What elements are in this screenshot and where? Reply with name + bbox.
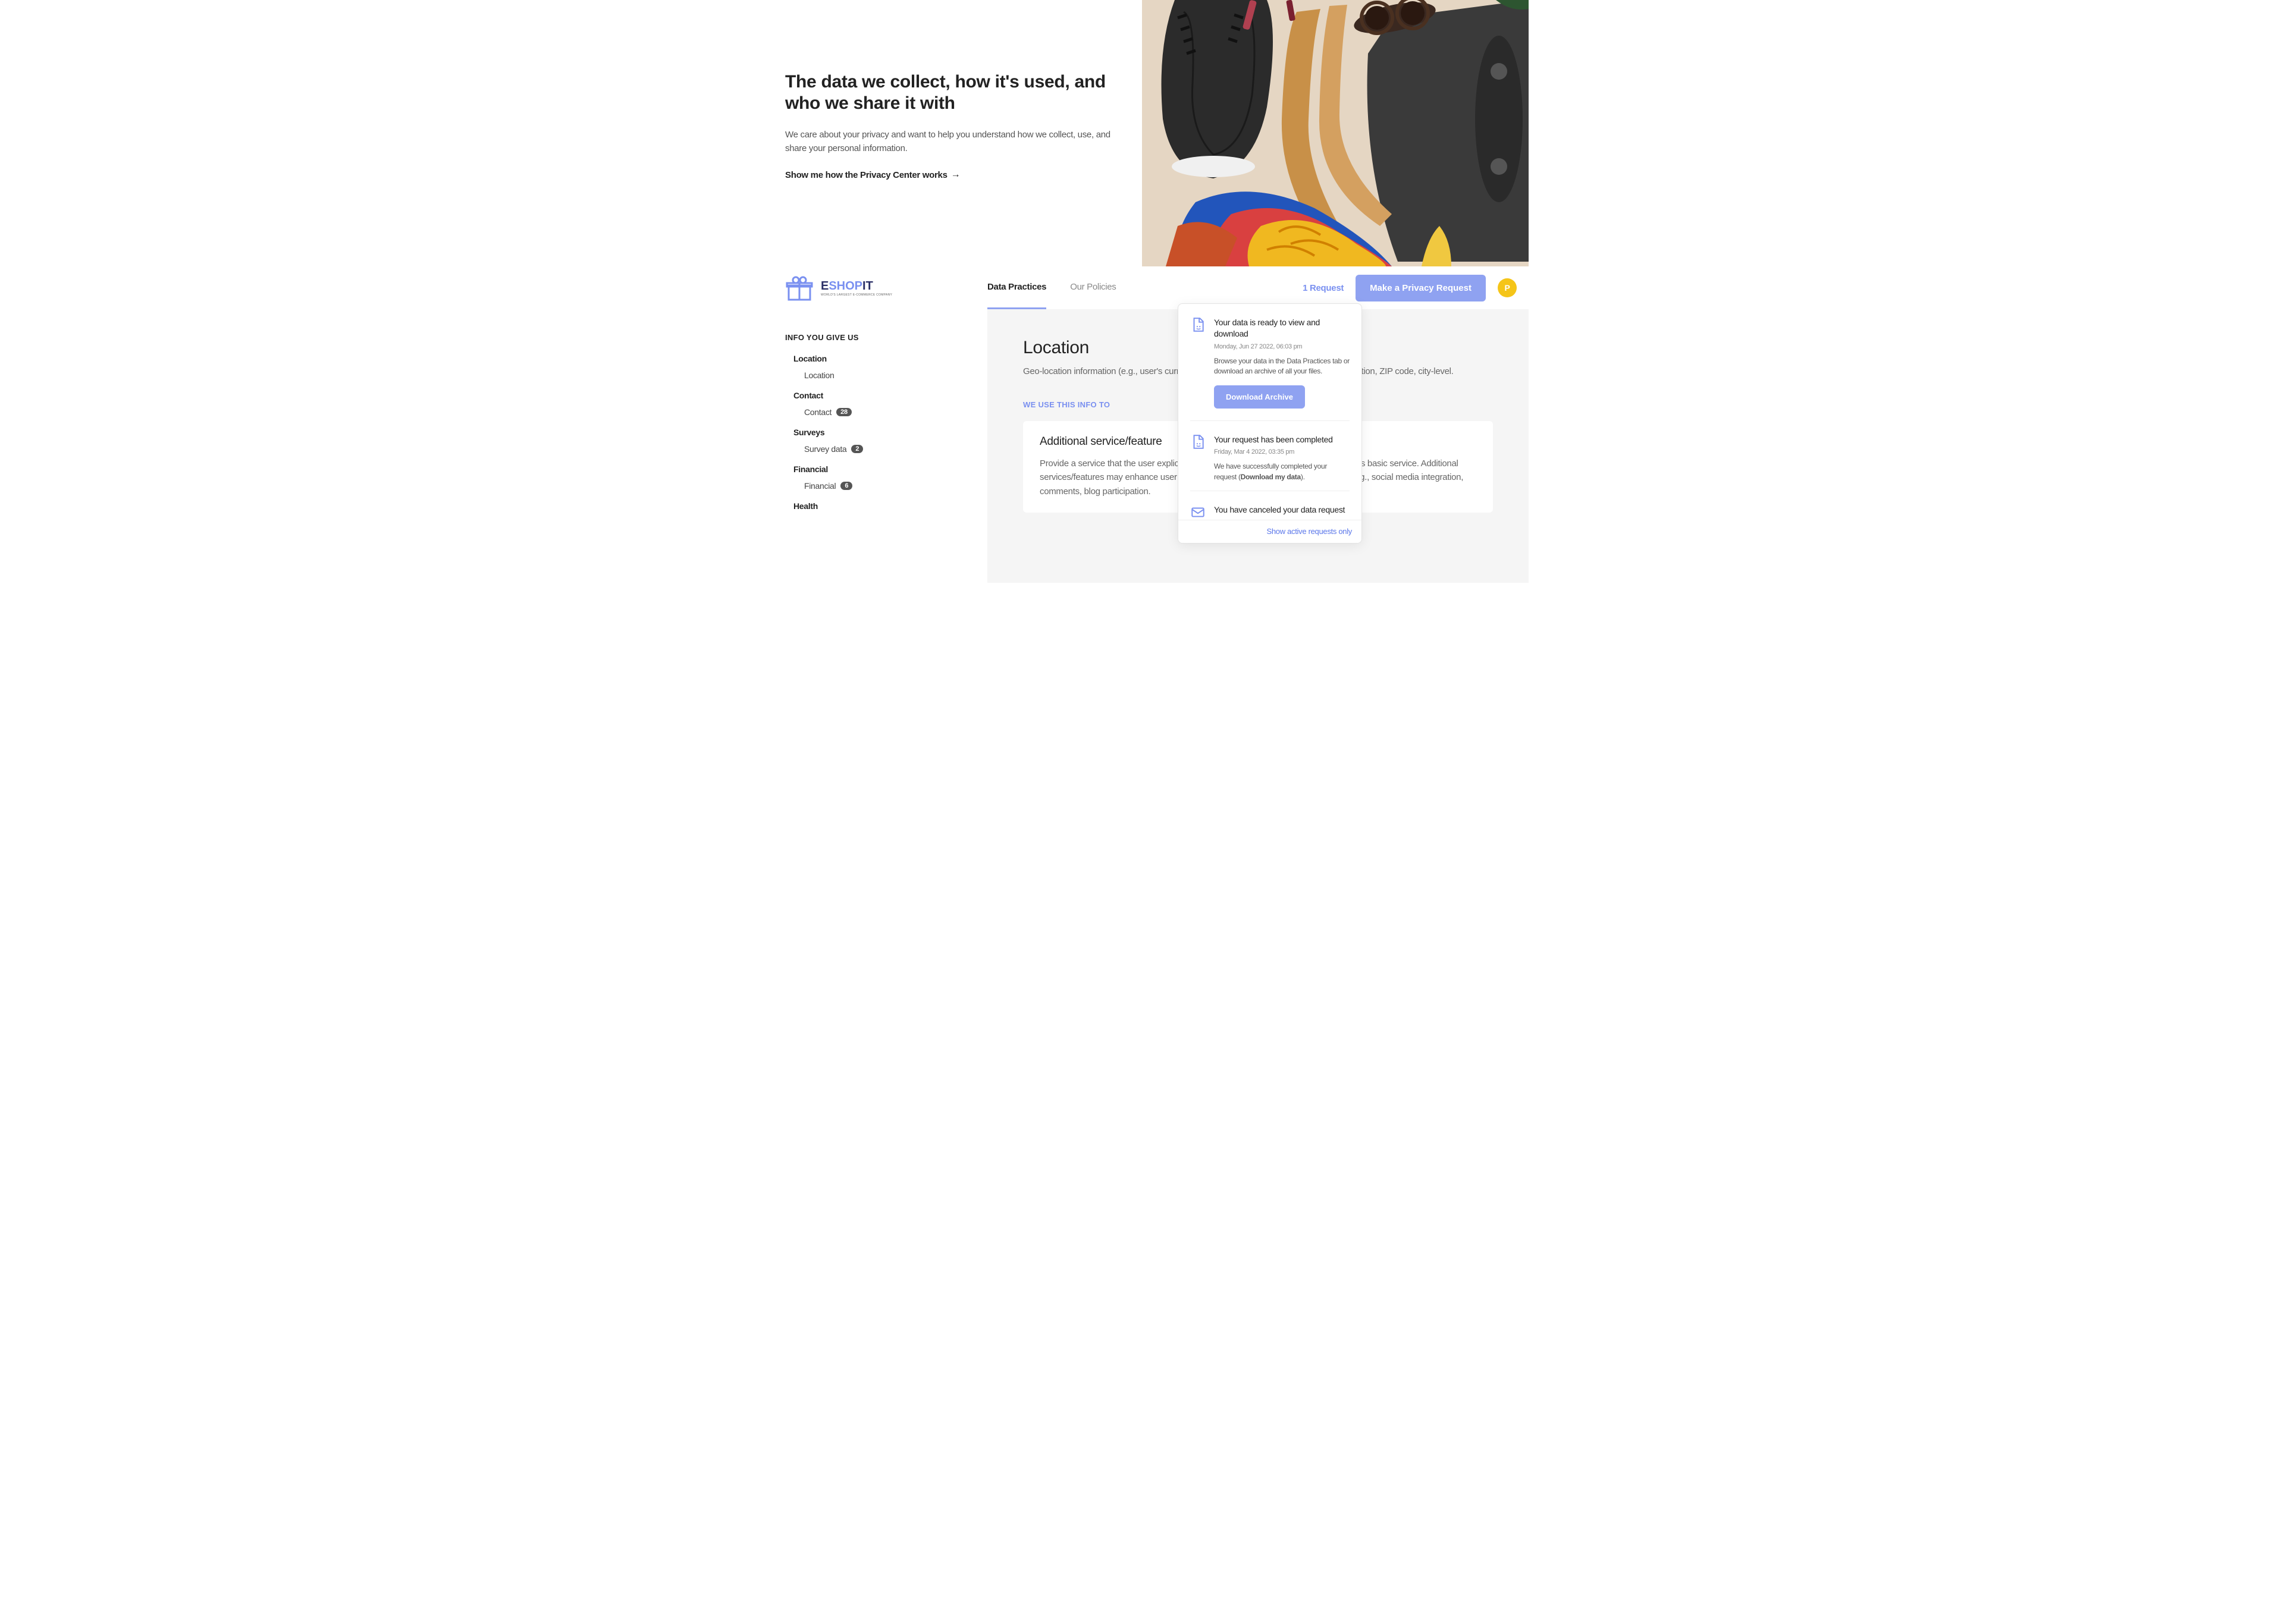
sidebar-item-survey-data[interactable]: Survey data 2: [804, 444, 975, 454]
sidebar-item-financial[interactable]: Financial 6: [804, 481, 975, 491]
count-badge: 2: [851, 445, 863, 453]
logo[interactable]: ESHOPIT WORLD'S LARGEST E-COMMERCE COMPA…: [755, 274, 987, 302]
tab-data-practices[interactable]: Data Practices: [987, 266, 1046, 309]
notification-title: Your data is ready to view and download: [1214, 317, 1350, 340]
sidebar-group-location[interactable]: Location: [793, 354, 975, 363]
count-badge: 6: [840, 482, 852, 490]
sidebar-group-health[interactable]: Health: [793, 501, 975, 511]
notification-item[interactable]: Your data is ready to view and download …: [1178, 304, 1361, 420]
sidebar-header: INFO YOU GIVE US: [785, 333, 975, 342]
file-icon: [1190, 434, 1206, 450]
sidebar-group-surveys[interactable]: Surveys: [793, 428, 975, 437]
show-active-only-link[interactable]: Show active requests only: [1266, 527, 1352, 536]
notification-title: Your request has been completed: [1214, 434, 1350, 445]
notifications-dropdown: Your data is ready to view and download …: [1178, 303, 1362, 544]
logo-subtitle: WORLD'S LARGEST E-COMMERCE COMPANY: [821, 293, 892, 297]
logo-word: ESHOPIT: [821, 279, 892, 293]
notification-date: Monday, Jun 27 2022, 06:03 pm: [1214, 343, 1350, 350]
notification-text: Browse your data in the Data Practices t…: [1214, 356, 1350, 377]
tab-our-policies[interactable]: Our Policies: [1070, 266, 1116, 309]
sidebar-group-financial[interactable]: Financial: [793, 464, 975, 474]
hero-link-text: Show me how the Privacy Center works: [785, 170, 948, 180]
hero-title: The data we collect, how it's used, and …: [785, 71, 1118, 114]
hero-body: We care about your privacy and want to h…: [785, 128, 1118, 155]
mail-icon: [1190, 504, 1206, 520]
sidebar-item-location[interactable]: Location: [804, 370, 975, 380]
sidebar-group-contact[interactable]: Contact: [793, 391, 975, 400]
notification-title: You have canceled your data request: [1214, 504, 1350, 516]
sidebar-item-contact[interactable]: Contact 28: [804, 407, 975, 417]
download-archive-button[interactable]: Download Archive: [1214, 385, 1305, 409]
avatar[interactable]: P: [1498, 278, 1517, 297]
gift-icon: [785, 274, 814, 302]
notification-date: Friday, Mar 4 2022, 03:35 pm: [1214, 448, 1350, 456]
notification-item[interactable]: You have canceled your data request: [1178, 491, 1361, 520]
file-icon: [1190, 317, 1206, 332]
notification-text: We have successfully completed your requ…: [1214, 461, 1350, 482]
hero-how-link[interactable]: Show me how the Privacy Center works →: [785, 169, 960, 180]
make-privacy-request-button[interactable]: Make a Privacy Request: [1356, 275, 1486, 301]
arrow-right-icon: →: [951, 169, 961, 180]
hero-image: [1142, 0, 1529, 266]
count-badge: 28: [836, 408, 852, 416]
request-count-link[interactable]: 1 Request: [1303, 283, 1344, 293]
notification-item[interactable]: Your request has been completed Friday, …: [1178, 421, 1361, 491]
